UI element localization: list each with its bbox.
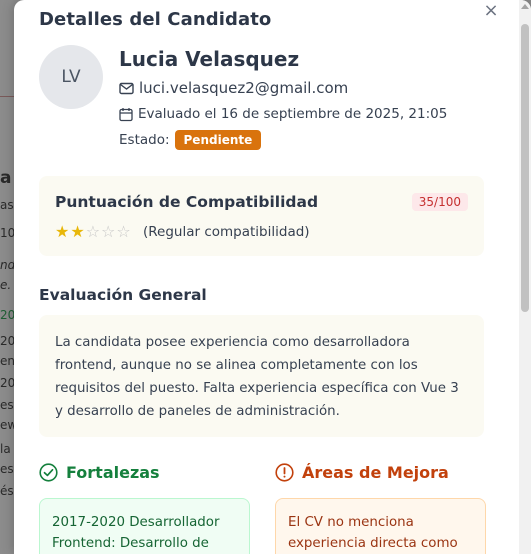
background-text: 20 — [0, 334, 16, 348]
status-row: Estado: Pendiente — [119, 130, 262, 150]
email-row: luci.velasquez2@gmail.com — [119, 79, 348, 97]
improvements-title: Áreas de Mejora — [302, 463, 449, 482]
scrollbar-thumb[interactable] — [521, 24, 529, 312]
evaluation-text: La candidata posee experiencia como desa… — [55, 335, 459, 419]
star-filled-icon: ★ — [70, 222, 85, 241]
background-text: es — [0, 462, 14, 476]
evaluated-row: Evaluado el 16 de septiembre de 2025, 21… — [119, 106, 447, 122]
candidate-name: Lucia Velasquez — [119, 47, 300, 71]
check-circle-icon — [39, 463, 58, 482]
star-empty-icon: ☆ — [116, 222, 131, 241]
improvements-heading: Áreas de Mejora — [275, 463, 449, 482]
background-text: és — [0, 484, 14, 498]
avatar: LV — [39, 45, 103, 109]
compatibility-label: (Regular compatibilidad) — [143, 224, 310, 240]
scrollbar[interactable] — [519, 0, 531, 554]
star-empty-icon: ☆ — [85, 222, 101, 241]
alert-circle-icon — [275, 463, 294, 482]
strength-item: 2017-2020 Desarrollador Frontend: Desarr… — [52, 515, 220, 551]
background-text: en — [0, 354, 15, 368]
status-badge: Pendiente — [174, 130, 262, 150]
close-button[interactable]: × — [481, 2, 501, 22]
calendar-icon — [119, 107, 133, 122]
background-text: 20 — [0, 376, 16, 390]
candidate-email[interactable]: luci.velasquez2@gmail.com — [139, 79, 348, 97]
background-text: as — [0, 198, 14, 212]
compatibility-card: Puntuación de Compatibilidad 35/100 ★ ★ ☆ ☆… — [39, 176, 484, 256]
background-text: nd — [0, 258, 16, 272]
strengths-card: 2017-2020 Desarrollador Frontend: Desarr… — [39, 498, 250, 554]
mail-icon — [119, 82, 134, 95]
evaluated-date: Evaluado el 16 de septiembre de 2025, 21… — [138, 106, 448, 122]
evaluation-card: La candidata posee experiencia como desa… — [39, 315, 484, 437]
background-text: 20 — [0, 308, 16, 322]
modal-title: Detalles del Candidato — [39, 9, 272, 30]
scroll-up-arrow-icon[interactable] — [521, 4, 529, 9]
strengths-title: Fortalezas — [66, 463, 160, 482]
evaluation-title: Evaluación General — [39, 286, 207, 304]
background-divider — [0, 96, 14, 97]
candidate-details-modal: Detalles del Candidato × LV Lucia Velasq… — [14, 0, 531, 554]
improvement-item: El CV no menciona experiencia directa co… — [288, 515, 458, 551]
score-badge: 35/100 — [411, 193, 468, 211]
star-empty-icon: ☆ — [101, 222, 116, 241]
compatibility-title: Puntuación de Compatibilidad — [55, 193, 319, 211]
star-rating: ★ ★ ☆ ☆ ☆ — [55, 224, 131, 240]
strengths-heading: Fortalezas — [39, 463, 160, 482]
star-filled-icon: ★ — [55, 222, 70, 241]
background-text: la — [0, 442, 11, 456]
status-label: Estado: — [119, 132, 170, 148]
improvements-card: El CV no menciona experiencia directa co… — [275, 498, 486, 554]
